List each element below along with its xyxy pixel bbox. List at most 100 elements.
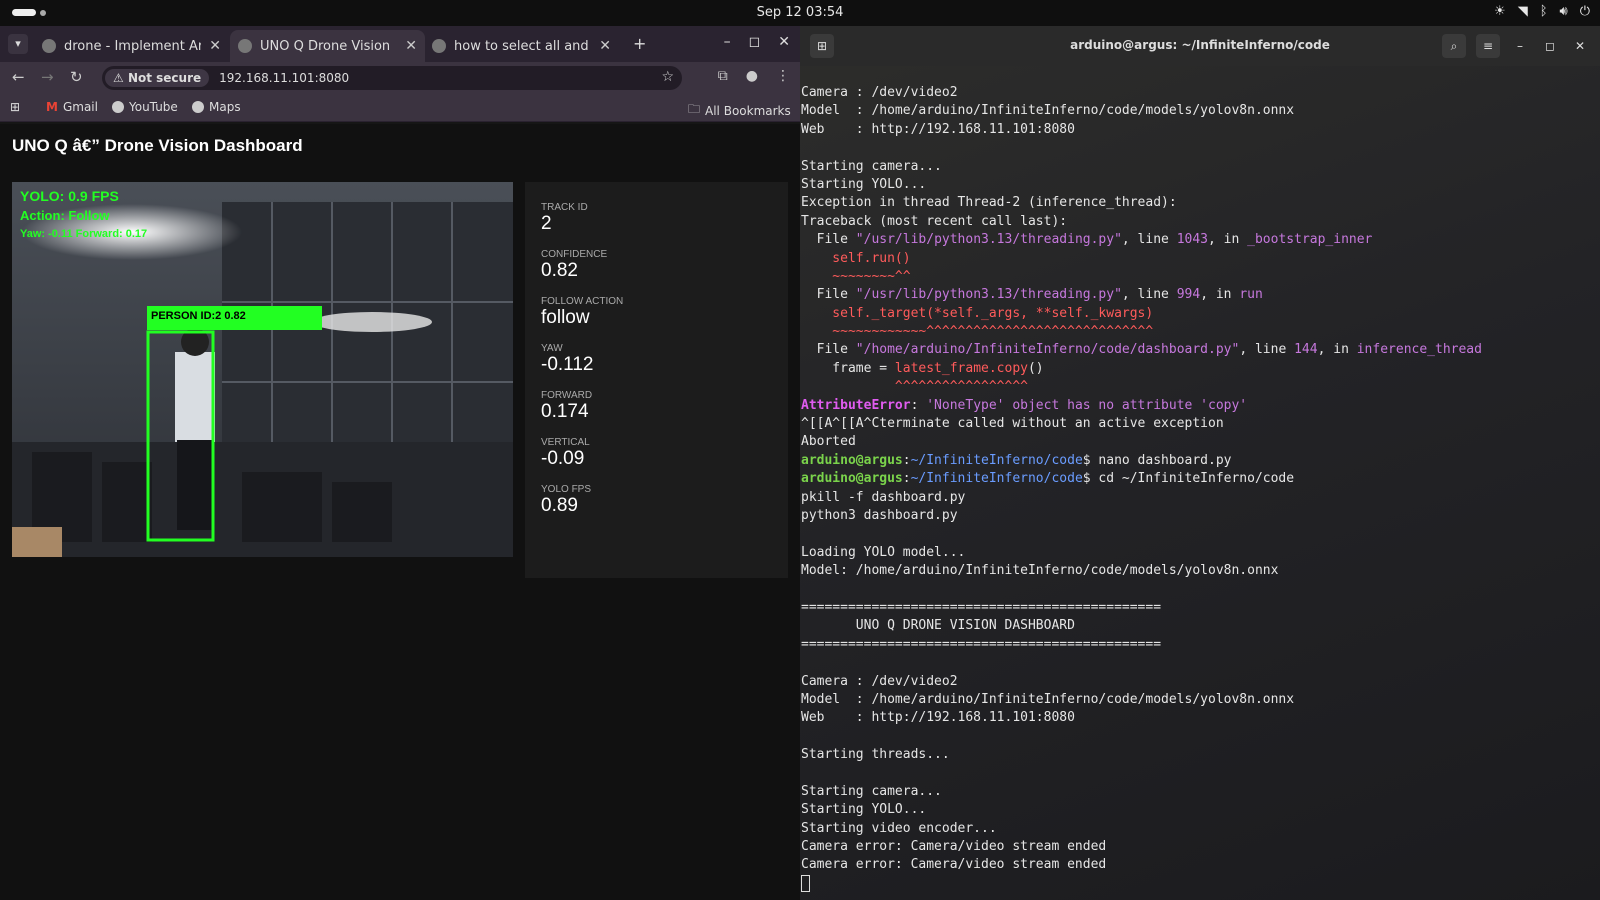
tab-uno-q-drone-vision[interactable]: UNO Q Drone Vision ✕ bbox=[230, 30, 425, 62]
terminal-output[interactable]: Camera : /dev/video2 Model : /home/arduin… bbox=[801, 84, 1600, 893]
terminal-text: 1043 bbox=[1176, 232, 1209, 248]
address-bar[interactable]: ⚠ Not secure 192.168.11.101:8080 ☆ bbox=[102, 66, 682, 90]
stat-label: VERTICAL bbox=[541, 437, 590, 448]
terminal-text: _bootstrap_inner bbox=[1247, 232, 1373, 248]
globe-icon bbox=[238, 39, 252, 53]
close-tab-icon[interactable]: ✕ bbox=[599, 38, 611, 54]
terminal-line: Web : http://192.168.11.101:8080 bbox=[801, 709, 1600, 727]
volume-icon[interactable]: 🔊︎ bbox=[1560, 4, 1568, 19]
terminal-line: File "/usr/lib/python3.13/threading.py",… bbox=[801, 231, 1600, 249]
maximize-icon[interactable]: ◻ bbox=[749, 34, 761, 50]
url-text[interactable]: 192.168.11.101:8080 bbox=[219, 71, 349, 85]
new-tab-button[interactable]: + bbox=[633, 34, 646, 53]
wifi-icon[interactable]: ◥ bbox=[1518, 4, 1528, 19]
bluetooth-icon[interactable]: ᛒ bbox=[1540, 4, 1548, 19]
terminal-text: arduino@argus bbox=[801, 452, 903, 468]
camera-feed: YOLO: 0.9 FPS Action: Follow Yaw: -0.11 … bbox=[12, 182, 513, 557]
forward-icon[interactable]: → bbox=[41, 68, 54, 86]
close-window-icon[interactable]: ✕ bbox=[778, 34, 790, 50]
tab-how-to-select[interactable]: how to select all and del ✕ bbox=[424, 30, 619, 62]
close-tab-icon[interactable]: ✕ bbox=[405, 38, 417, 54]
site-favicon-icon bbox=[42, 39, 56, 53]
terminal-line: File "/usr/lib/python3.13/threading.py",… bbox=[801, 286, 1600, 304]
yaw-forward-overlay: Yaw: -0.11 Forward: 0.17 bbox=[20, 228, 148, 240]
terminal-text: Starting camera... bbox=[801, 158, 942, 174]
terminal-line: File "/home/arduino/InfiniteInferno/code… bbox=[801, 341, 1600, 359]
stat-label: YOLO FPS bbox=[541, 484, 592, 495]
minimize-icon[interactable]: – bbox=[1510, 39, 1530, 53]
extensions-icon[interactable]: ⧉ bbox=[718, 68, 728, 84]
maximize-icon[interactable]: ◻ bbox=[1540, 39, 1560, 53]
browser-toolbar: ← → ↻ ⚠ Not secure 192.168.11.101:8080 ☆… bbox=[0, 62, 800, 94]
terminal-text: Camera error: Camera/video stream ended bbox=[801, 839, 1107, 855]
search-icon[interactable]: ⌕ bbox=[1442, 34, 1466, 58]
terminal-text: Aborted bbox=[801, 434, 856, 450]
terminal-line: Aborted bbox=[801, 433, 1600, 451]
system-tray[interactable]: ☀ ◥ ᛒ 🔊︎ ⏻ bbox=[1494, 4, 1590, 19]
tab-drone-implement[interactable]: drone - Implement Ardui ✕ bbox=[34, 30, 229, 62]
terminal-text: 994 bbox=[1176, 287, 1201, 303]
terminal-line: Traceback (most recent call last): bbox=[801, 213, 1600, 231]
hamburger-menu-icon[interactable]: ≡ bbox=[1476, 34, 1500, 58]
profile-avatar[interactable]: ● bbox=[746, 68, 758, 84]
stat-follow-action: FOLLOW ACTION follow bbox=[541, 296, 772, 329]
terminal-text: Model: /home/arduino/InfiniteInferno/cod… bbox=[801, 563, 1279, 579]
all-bookmarks-button[interactable]: 🗀 All Bookmarks bbox=[688, 100, 791, 121]
terminal-line: self._target(*self._args, **self._kwargs… bbox=[801, 305, 1600, 323]
terminal-text: ========================================… bbox=[801, 636, 1162, 652]
terminal-text: 'NoneType' object has no attribute 'copy… bbox=[926, 397, 1248, 413]
folder-icon: 🗀 bbox=[688, 102, 701, 116]
terminal-text: Model : /home/arduino/InfiniteInferno/co… bbox=[801, 691, 1295, 707]
terminal-text: "/usr/lib/python3.13/threading.py" bbox=[855, 287, 1122, 303]
terminal-text: UNO Q DRONE VISION DASHBOARD bbox=[801, 618, 1075, 634]
terminal-text: ^^^^^^^^^^^^^^^^^ bbox=[801, 379, 1028, 395]
tab-title: drone - Implement Ardui bbox=[64, 38, 202, 54]
reload-icon[interactable]: ↻ bbox=[70, 68, 83, 86]
stat-value: -0.112 bbox=[541, 354, 594, 375]
bookmark-label: YouTube bbox=[129, 100, 178, 114]
terminal-text: ^[[A^[[A^Cterminate called without an ac… bbox=[801, 416, 1224, 432]
dashboard-page: UNO Q â€” Drone Vision Dashboard YOLO: 0… bbox=[0, 124, 800, 900]
stat-confidence: CONFIDENCE 0.82 bbox=[541, 249, 772, 282]
terminal-line: ^^^^^^^^^^^^^^^^^ bbox=[801, 378, 1600, 396]
bookmark-gmail[interactable]: M Gmail bbox=[46, 100, 98, 114]
stat-vertical: VERTICAL -0.09 bbox=[541, 437, 772, 470]
tab-strip: ▾ drone - Implement Ardui ✕ UNO Q Drone … bbox=[0, 26, 800, 62]
terminal-line: Model : /home/arduino/InfiniteInferno/co… bbox=[801, 102, 1600, 120]
apps-grid-icon[interactable]: ⊞ bbox=[10, 100, 20, 114]
terminal-text: frame = bbox=[801, 360, 895, 376]
stats-panel: TRACK ID 2 CONFIDENCE 0.82 FOLLOW ACTION fo… bbox=[525, 182, 788, 578]
close-window-icon[interactable]: ✕ bbox=[1570, 39, 1590, 53]
brightness-icon[interactable]: ☀ bbox=[1494, 4, 1506, 19]
terminal-text: pkill -f dashboard.py bbox=[801, 489, 966, 505]
security-chip[interactable]: ⚠ Not secure bbox=[105, 69, 210, 87]
kebab-menu-icon[interactable]: ⋮ bbox=[776, 68, 790, 84]
security-label: Not secure bbox=[127, 71, 202, 85]
terminal-line: UNO Q DRONE VISION DASHBOARD bbox=[801, 617, 1600, 635]
power-icon[interactable]: ⏻ bbox=[1580, 4, 1590, 19]
terminal-line: Camera : /dev/video2 bbox=[801, 84, 1600, 102]
stat-value: follow bbox=[541, 307, 590, 328]
system-clock[interactable]: Sep 12 03:54 bbox=[0, 5, 1600, 20]
bookmark-star-icon[interactable]: ☆ bbox=[661, 69, 674, 85]
terminal-line: Loading YOLO model... bbox=[801, 544, 1600, 562]
terminal-line: AttributeError: 'NoneType' object has no… bbox=[801, 397, 1600, 415]
terminal-line: ~~~~~~~~^^ bbox=[801, 268, 1600, 286]
back-icon[interactable]: ← bbox=[12, 68, 25, 86]
bookmark-maps[interactable]: Maps bbox=[192, 100, 241, 114]
fps-overlay: YOLO: 0.9 FPS bbox=[20, 188, 119, 204]
terminal-text: $ cd ~/InfiniteInferno/code bbox=[1082, 471, 1295, 487]
terminal-text: "/usr/lib/python3.13/threading.py" bbox=[855, 232, 1122, 248]
bookmark-youtube[interactable]: YouTube bbox=[112, 100, 178, 114]
terminal-text: Starting video encoder... bbox=[801, 820, 997, 836]
tab-search-icon[interactable]: ▾ bbox=[8, 34, 28, 54]
terminal-text: self._target(*self._args, **self._kwargs… bbox=[801, 305, 1154, 321]
action-overlay: Action: Follow bbox=[20, 208, 110, 223]
terminal-text: python3 dashboard.py bbox=[801, 507, 958, 523]
minimize-icon[interactable]: – bbox=[724, 34, 731, 50]
terminal-line: Starting threads... bbox=[801, 746, 1600, 764]
terminal-text: , in bbox=[1317, 342, 1357, 358]
close-tab-icon[interactable]: ✕ bbox=[209, 38, 221, 54]
